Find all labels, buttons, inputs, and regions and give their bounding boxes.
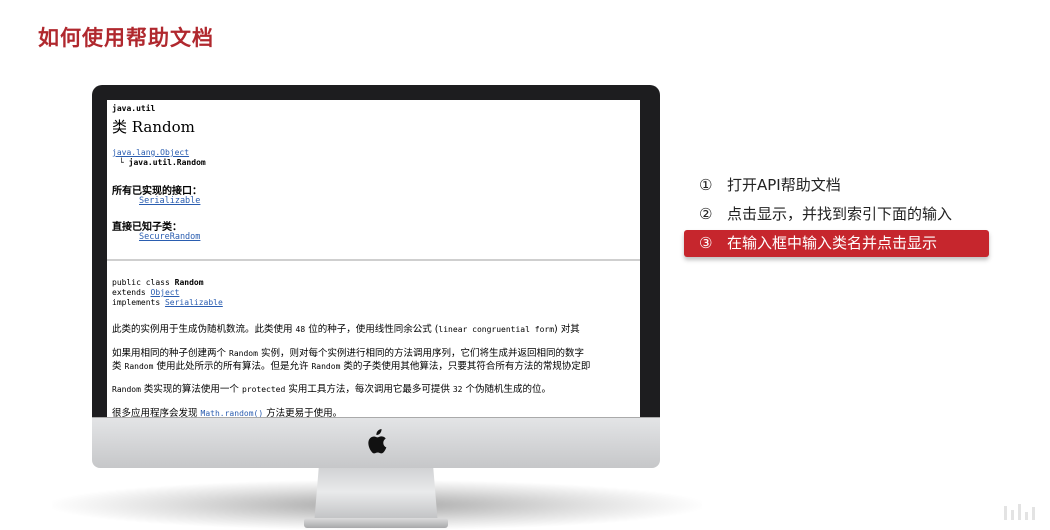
p2-g: Random [311,362,341,371]
link-object[interactable]: Object [151,288,180,297]
slide-title: 如何使用帮助文档 [38,26,214,50]
imac-chin [92,417,660,468]
link-serializable[interactable]: Serializable [139,196,200,206]
decl-line-3: implements Serializable [112,298,223,307]
step-3-highlighted: ③ 在输入框中输入类名并点击显示 [684,230,989,257]
step-1: ① 打开API帮助文档 [684,172,989,199]
doc-paragraph-2-line-2: 类 Random 使用此处所示的所有算法。但是允许 Random 类的子类使用其… [112,358,590,372]
watermark-logo [1004,504,1035,520]
p2-b: Random [229,349,258,358]
link-serializable-2[interactable]: Serializable [165,298,223,307]
step-1-text: 打开API帮助文档 [727,176,841,194]
decl-line-2: extends Object [112,288,179,297]
step-2-number: ② [699,205,713,223]
p1-e: ) 对其 [554,324,580,335]
imac-illustration: java.util 类 Random java.lang.Object └ ja… [52,85,702,530]
p1-b: 48 [295,325,306,334]
p2-f: 使用此处所示的所有算法。但是允许 [153,361,312,372]
subclasses-heading: 直接已知子类： [112,222,182,233]
p2-h: 类的子类使用其他算法，只要其符合所有方法的常规协定即 [340,361,591,372]
step-1-number: ① [699,176,713,194]
apple-logo-icon [368,429,387,454]
p3-a: Random [112,385,141,394]
p1-a: 此类的实例用于生成伪随机数流。此类使用 [112,324,296,335]
link-java-lang-object[interactable]: java.lang.Object [112,148,189,157]
step-2: ② 点击显示，并找到索引下面的输入 [684,201,989,228]
decl-keyword: public class [112,278,175,287]
p4-a: 很多应用程序会发现 [112,408,201,417]
p3-d: 实用工具方法，每次调用它最多可提供 [285,384,453,395]
p2-d: 类 [112,361,125,372]
doc-class-title: 类 Random [112,118,195,136]
p3-e: 32 [452,385,463,394]
p1-c: 位的种子，使用线性同余公式 ( [305,324,439,335]
decl-extends: extends [112,288,151,297]
link-math-random[interactable]: Math.random() [201,409,264,417]
step-2-text: 点击显示，并找到索引下面的输入 [727,205,953,223]
step-3-text: 在输入框中输入类名并点击显示 [727,234,938,252]
decl-line-1: public class Random [112,278,204,287]
step-3-number: ③ [699,234,713,252]
doc-inherit-child: └ java.util.Random [119,158,206,167]
decl-implements: implements [112,298,165,307]
doc-paragraph-2-line-1: 如果用相同的种子创建两个 Random 实例，则对每个实例进行相同的方法调用序列… [112,345,584,359]
decl-class-name: Random [174,278,204,287]
doc-paragraph-1: 此类的实例用于生成伪随机数流。此类使用 48 位的种子，使用线性同余公式 (li… [112,321,580,335]
doc-package: java.util [112,104,156,113]
p3-b: 类实现的算法使用一个 [140,384,242,395]
interfaces-heading: 所有已实现的接口： [112,186,202,197]
link-securerandom[interactable]: SecureRandom [139,232,200,242]
p1-d: linear congruential form [438,325,555,334]
doc-paragraph-3: Random 类实现的算法使用一个 protected 实用工具方法，每次调用它… [112,381,551,395]
p3-f: 个伪随机生成的位。 [462,384,552,395]
imac-bezel: java.util 类 Random java.lang.Object └ ja… [92,85,660,417]
imac-stand [314,465,438,525]
api-doc-screen: java.util 类 Random java.lang.Object └ ja… [107,100,640,417]
p2-e: Random [124,362,154,371]
doc-divider [107,259,640,261]
p4-c: 方法更易于使用。 [263,408,343,417]
steps-list: ① 打开API帮助文档 ② 点击显示，并找到索引下面的输入 ③ 在输入框中输入类名并点… [684,172,989,259]
doc-paragraph-4: 很多应用程序会发现 Math.random() 方法更易于使用。 [112,405,342,417]
p3-c: protected [241,385,286,394]
imac-stand-foot [304,518,448,528]
